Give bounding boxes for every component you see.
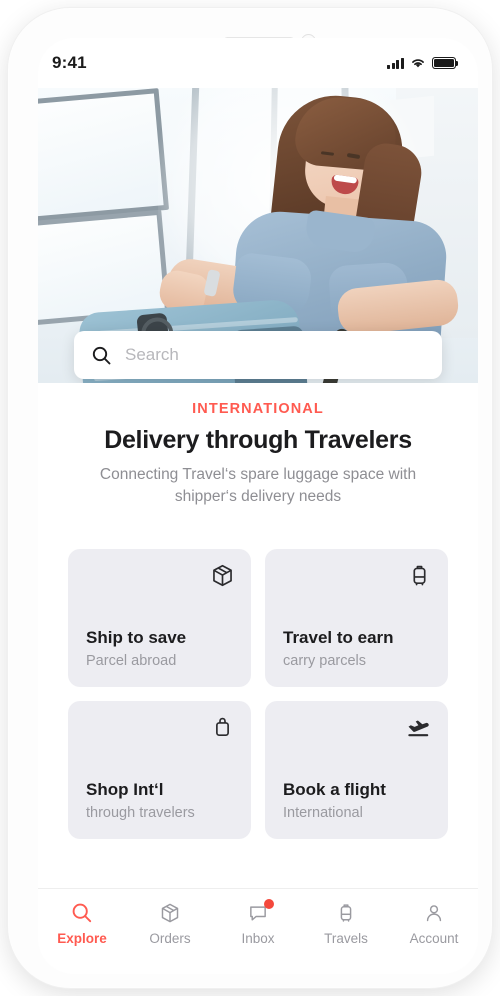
package-box-icon <box>161 903 179 923</box>
tab-account[interactable]: Account <box>390 902 478 946</box>
card-subtitle: International <box>283 804 363 821</box>
page-subtitle: Connecting Travel‘s spare luggage space … <box>99 466 417 506</box>
status-bar: 9:41 <box>38 38 478 88</box>
card-title: Shop Int‘l <box>86 779 164 799</box>
tab-inbox[interactable]: Inbox <box>214 899 302 946</box>
airplane-takeoff-icon <box>405 715 432 747</box>
tab-travels[interactable]: Travels <box>302 902 390 946</box>
card-title: Travel to earn <box>283 627 394 647</box>
search-icon <box>72 903 92 923</box>
card-shop-intl[interactable]: Shop Int‘l through travelers <box>68 700 251 839</box>
tab-explore[interactable]: Explore <box>38 902 126 946</box>
status-clock: 9:41 <box>52 53 87 72</box>
bottom-tab-bar: Explore Orders Inbox Travels Account <box>38 888 478 974</box>
search-icon <box>92 346 111 364</box>
tab-label: Account <box>409 931 459 946</box>
action-card-grid: Ship to save Parcel abroad Travel to ear… <box>38 548 478 839</box>
inbox-notification-badge <box>264 899 274 909</box>
card-travel-to-earn[interactable]: Travel to earn carry parcels <box>265 548 448 687</box>
card-subtitle: carry parcels <box>283 652 366 669</box>
eyebrow-label: INTERNATIONAL <box>192 401 324 417</box>
main-content: INTERNATIONAL Delivery through Travelers… <box>38 383 478 888</box>
tab-orders[interactable]: Orders <box>126 902 214 946</box>
tab-label: Inbox <box>241 931 275 946</box>
battery-icon <box>432 57 459 69</box>
card-ship-to-save[interactable]: Ship to save Parcel abroad <box>68 548 251 687</box>
card-book-a-flight[interactable]: Book a flight International <box>265 700 448 839</box>
phone-screen: 9:41 Search INTERNATIONAL Delivery throu… <box>38 38 478 974</box>
search-bar[interactable]: Search <box>74 331 442 379</box>
card-title: Ship to save <box>86 627 187 647</box>
card-subtitle: Parcel abroad <box>86 652 177 669</box>
page-title: Delivery through Travelers <box>104 426 412 454</box>
card-title: Book a flight <box>283 779 386 799</box>
tab-label: Travels <box>324 931 368 946</box>
tab-label: Orders <box>149 931 191 946</box>
shopping-bag-icon <box>210 715 235 745</box>
package-box-icon <box>210 563 235 593</box>
status-icon-group <box>387 57 459 69</box>
search-input[interactable]: Search <box>125 345 179 365</box>
suitcase-icon <box>340 904 352 922</box>
screenshot-root: 9:41 Search INTERNATIONAL Delivery throu… <box>0 0 500 996</box>
card-subtitle: through travelers <box>86 804 195 821</box>
suitcase-icon <box>407 563 432 593</box>
tab-label: Explore <box>57 931 107 946</box>
cellular-signal-icon <box>387 57 404 69</box>
person-icon <box>426 905 442 922</box>
wifi-icon <box>412 59 424 68</box>
phone-frame: 9:41 Search INTERNATIONAL Delivery throu… <box>8 8 492 988</box>
